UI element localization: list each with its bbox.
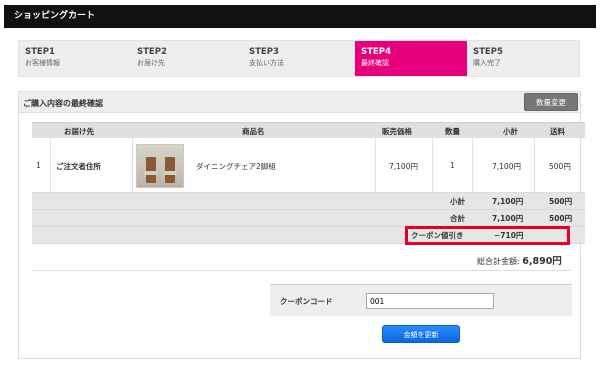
col-shipping: 送料 <box>550 127 565 136</box>
coupon-code-input[interactable] <box>366 293 494 309</box>
row-qty: 1 <box>450 161 455 170</box>
product-name: ダイニングチェア2脚組 <box>196 162 276 171</box>
total-row: 合計 7,100円 500円 <box>32 210 585 227</box>
step-label: お客様情報 <box>25 59 60 67</box>
update-amount-button[interactable]: 金額を更新 <box>382 325 460 343</box>
product-thumbnail <box>136 144 184 188</box>
subtotal-shipping: 500円 <box>549 197 573 206</box>
step-4: STEP4 最終確認 <box>355 41 467 76</box>
col-subtotal: 小計 <box>503 127 518 136</box>
total-value: 7,100円 <box>492 214 524 223</box>
coupon-highlight-box <box>405 226 570 245</box>
col-qty: 数量 <box>445 127 460 136</box>
row-subtotal: 7,100円 <box>492 162 521 171</box>
table-row: 1 ご注文者住所 ダイニングチェア2脚組 7,100円 1 7,100円 500… <box>32 138 585 193</box>
step-title: STEP4 <box>361 47 391 57</box>
step-label: 購入完了 <box>473 59 501 67</box>
panel-header: ご購入内容の最終確認 数量変更 <box>19 92 580 113</box>
subtotal-row: 小計 7,100円 500円 <box>32 193 585 210</box>
row-price: 7,100円 <box>389 162 418 171</box>
row-destination: ご注文者住所 <box>56 162 101 171</box>
coupon-code-label: クーポンコード <box>280 297 333 306</box>
total-shipping: 500円 <box>549 214 573 223</box>
row-shipping: 500円 <box>549 162 571 171</box>
order-confirmation-panel: ご購入内容の最終確認 数量変更 お届け先 商品名 販売価格 数量 小計 送料 1… <box>18 91 585 359</box>
step-title: STEP3 <box>249 47 279 57</box>
subtotal-value: 7,100円 <box>492 197 524 206</box>
app-title: ショッピングカート <box>14 11 96 21</box>
step-1: STEP1 お客様情報 <box>19 41 131 76</box>
step-2: STEP2 お届け先 <box>131 41 243 76</box>
col-product: 商品名 <box>242 127 265 136</box>
subtotal-label: 小計 <box>450 197 465 206</box>
col-dest: お届け先 <box>64 127 94 136</box>
step-5: STEP5 購入完了 <box>467 41 579 76</box>
app-title-bar: ショッピングカート <box>4 5 596 28</box>
panel-title: ご購入内容の最終確認 <box>23 99 103 108</box>
coupon-row: クーポンコード <box>270 285 572 316</box>
change-quantity-button[interactable]: 数量変更 <box>524 93 578 111</box>
step-title: STEP1 <box>25 47 55 57</box>
table-header: お届け先 商品名 販売価格 数量 小計 送料 <box>32 122 585 138</box>
step-label: 最終確認 <box>361 59 389 67</box>
step-label: 支払い方法 <box>249 59 284 67</box>
step-label: お届け先 <box>137 59 165 67</box>
step-title: STEP2 <box>137 47 167 57</box>
divider <box>32 270 572 271</box>
step-3: STEP3 支払い方法 <box>243 41 355 76</box>
total-label: 合計 <box>450 214 465 223</box>
coupon-section: クーポンコード 金額を更新 <box>270 284 572 359</box>
grand-total-label: 総合計金額: <box>477 257 520 266</box>
step-title: STEP5 <box>473 47 503 57</box>
checkout-steps: STEP1 お客様情報 STEP2 お届け先 STEP3 支払い方法 STEP4… <box>18 40 580 77</box>
grand-total-value: 6,890円 <box>522 256 562 267</box>
col-price: 販売価格 <box>382 127 412 136</box>
grand-total: 総合計金額: 6,890円 <box>477 253 562 267</box>
row-index: 1 <box>36 161 41 170</box>
